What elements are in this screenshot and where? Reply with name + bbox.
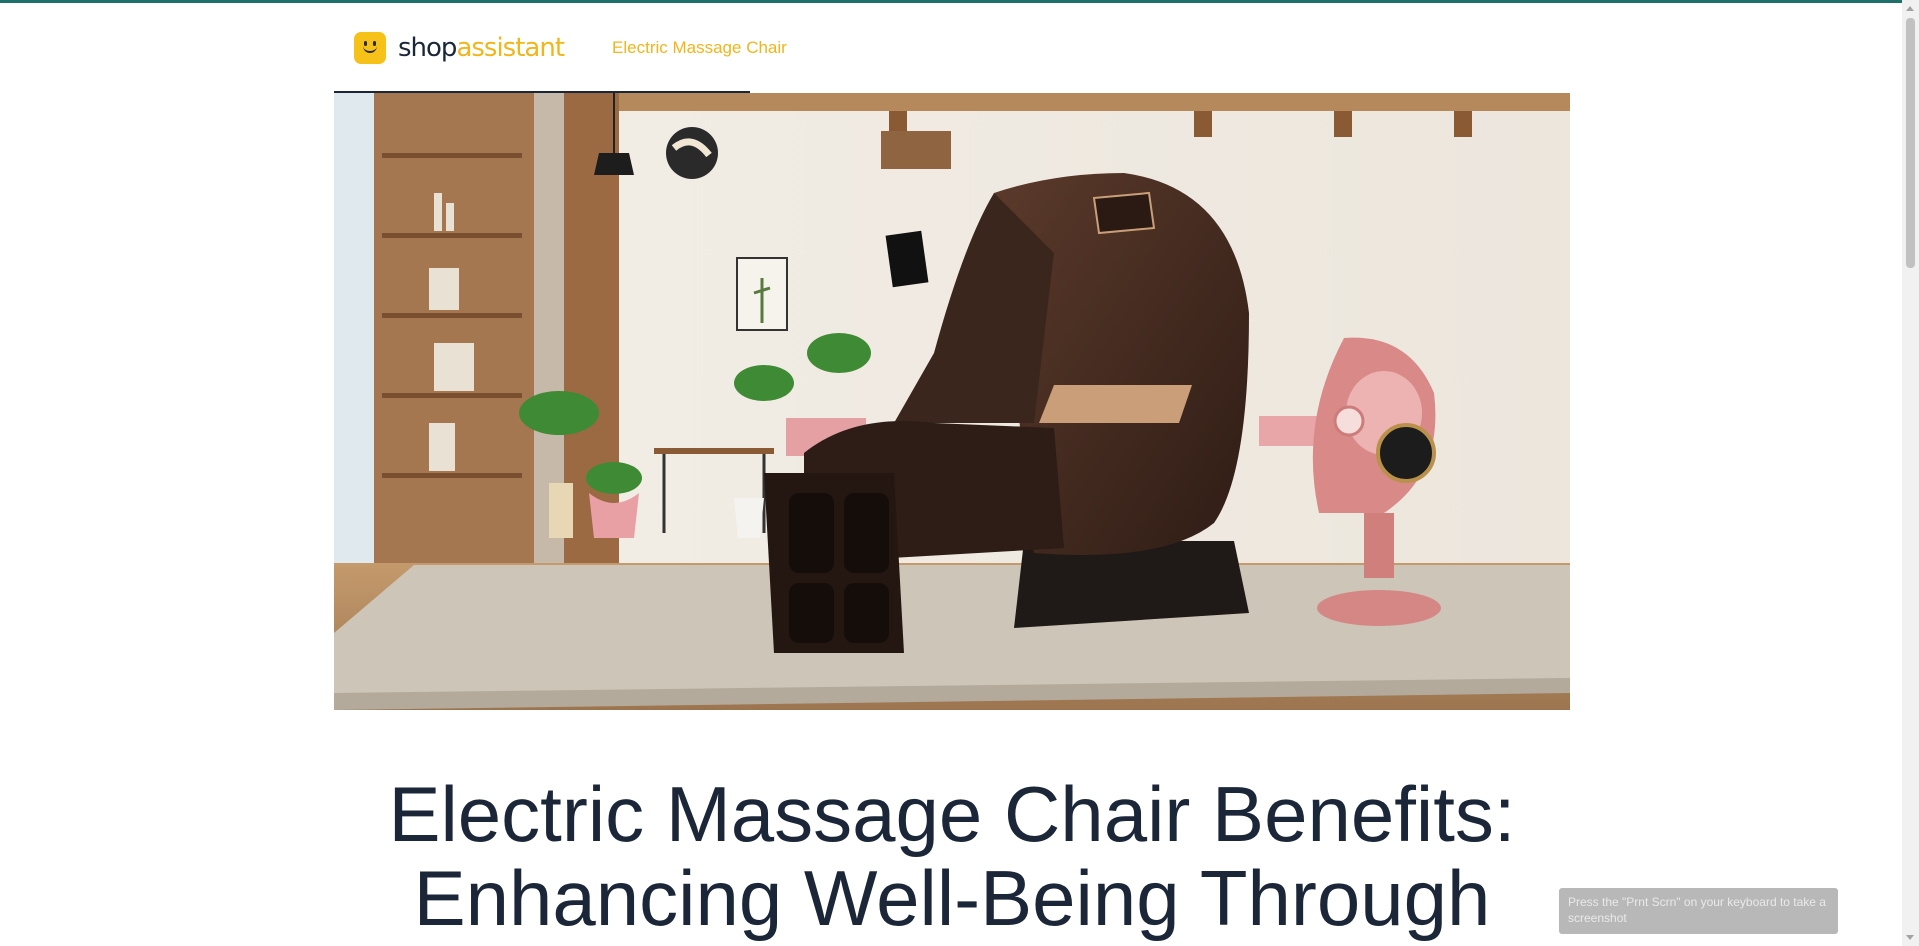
page-scrollbar[interactable]: [1902, 0, 1919, 946]
scroll-down-arrow-icon[interactable]: [1906, 935, 1914, 940]
screenshot-hint-toast: Press the "Prnt Scrn" on your keyboard t…: [1559, 888, 1838, 934]
smiley-logo-icon: [354, 32, 386, 64]
site-logo[interactable]: shopassistant: [354, 32, 565, 64]
logo-text-shop: shop: [398, 33, 457, 63]
hero-image: [334, 93, 1570, 710]
site-header: shopassistant Electric Massage Chair: [354, 28, 787, 68]
article-title: Electric Massage Chair Benefits: Enhanci…: [388, 770, 1516, 942]
scroll-up-arrow-icon[interactable]: [1906, 6, 1914, 11]
logo-text-assistant: assistant: [456, 33, 565, 63]
top-accent-line: [0, 0, 1919, 3]
logo-wordmark: shopassistant: [398, 33, 565, 63]
scrollbar-thumb[interactable]: [1906, 18, 1915, 268]
nav-link-electric-massage-chair[interactable]: Electric Massage Chair: [612, 38, 787, 58]
